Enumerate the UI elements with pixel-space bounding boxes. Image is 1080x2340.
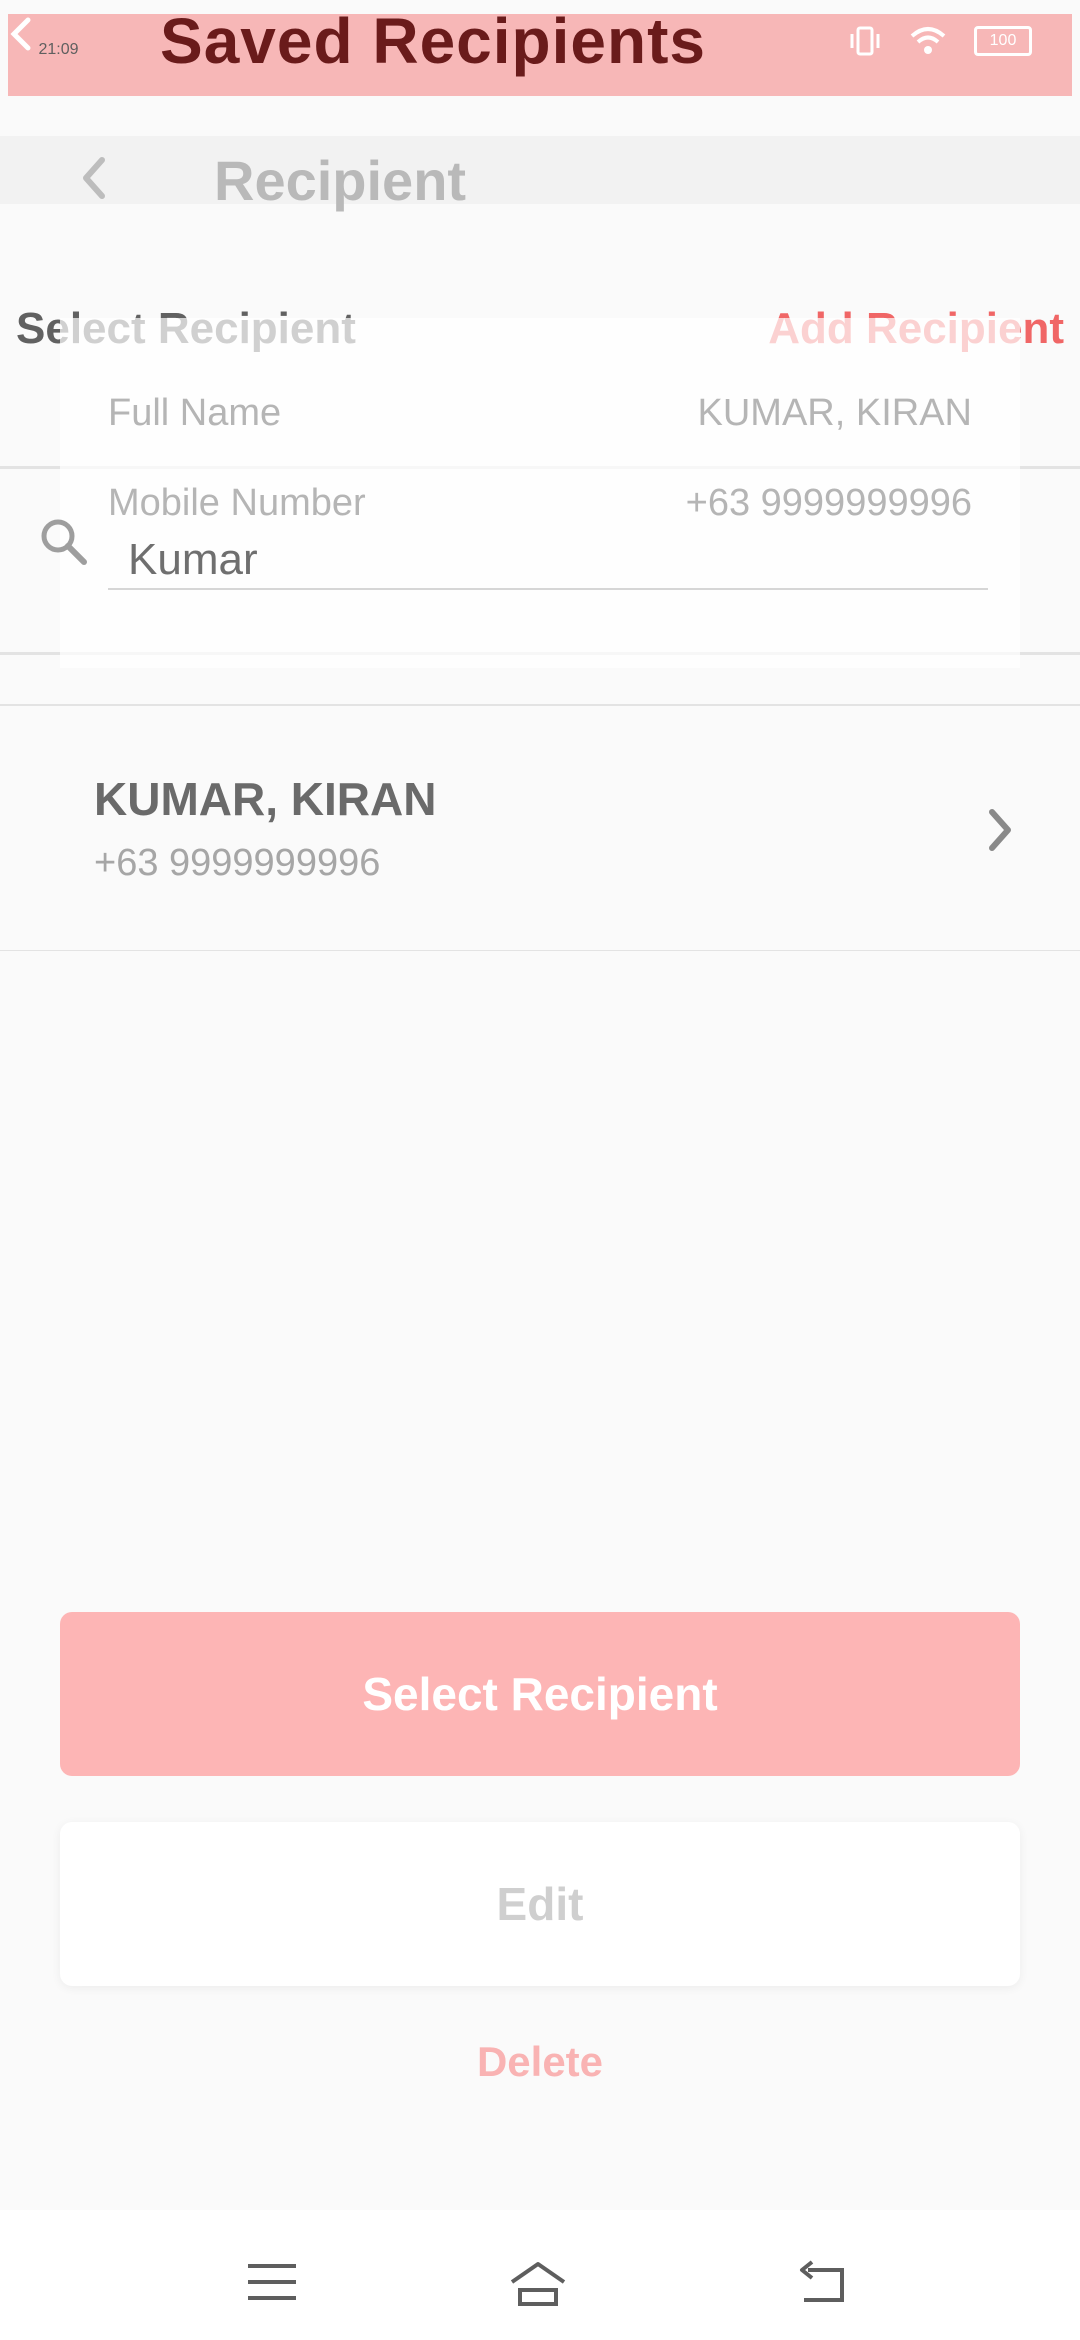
mobile-number-label: Mobile Number [108, 482, 366, 524]
search-icon [36, 514, 92, 570]
status-time-group: 21:09 [8, 14, 79, 59]
delete-button[interactable]: Delete [0, 2038, 1080, 2086]
select-recipient-button[interactable]: Select Recipient [60, 1612, 1020, 1776]
menu-icon[interactable] [240, 2252, 304, 2312]
vibrate-icon [850, 26, 880, 56]
app-header [0, 136, 1080, 204]
chevron-right-icon[interactable] [980, 804, 1020, 856]
edit-button[interactable]: Edit [60, 1822, 1020, 1986]
battery-icon: 100 [974, 26, 1032, 56]
overlay-title: Saved Recipients [160, 5, 706, 77]
back-chevron-icon [10, 17, 31, 51]
status-icons: 100 [848, 24, 1032, 58]
status-time: 21:09 [38, 41, 79, 58]
list-item[interactable] [0, 706, 1080, 950]
back-icon[interactable] [74, 150, 114, 219]
page-title: Recipient [214, 149, 467, 212]
search-input[interactable] [108, 532, 988, 590]
recipient-name: KUMAR, KIRAN [94, 773, 437, 825]
full-name-label: Full Name [108, 392, 282, 434]
back-nav-icon[interactable] [790, 2252, 854, 2312]
mobile-number-value: +63 9999999996 [685, 482, 972, 524]
home-icon[interactable] [506, 2252, 570, 2312]
wifi-icon [910, 27, 946, 54]
full-name-value: KUMAR, KIRAN [697, 392, 972, 434]
recipient-phone: +63 9999999996 [94, 842, 381, 884]
